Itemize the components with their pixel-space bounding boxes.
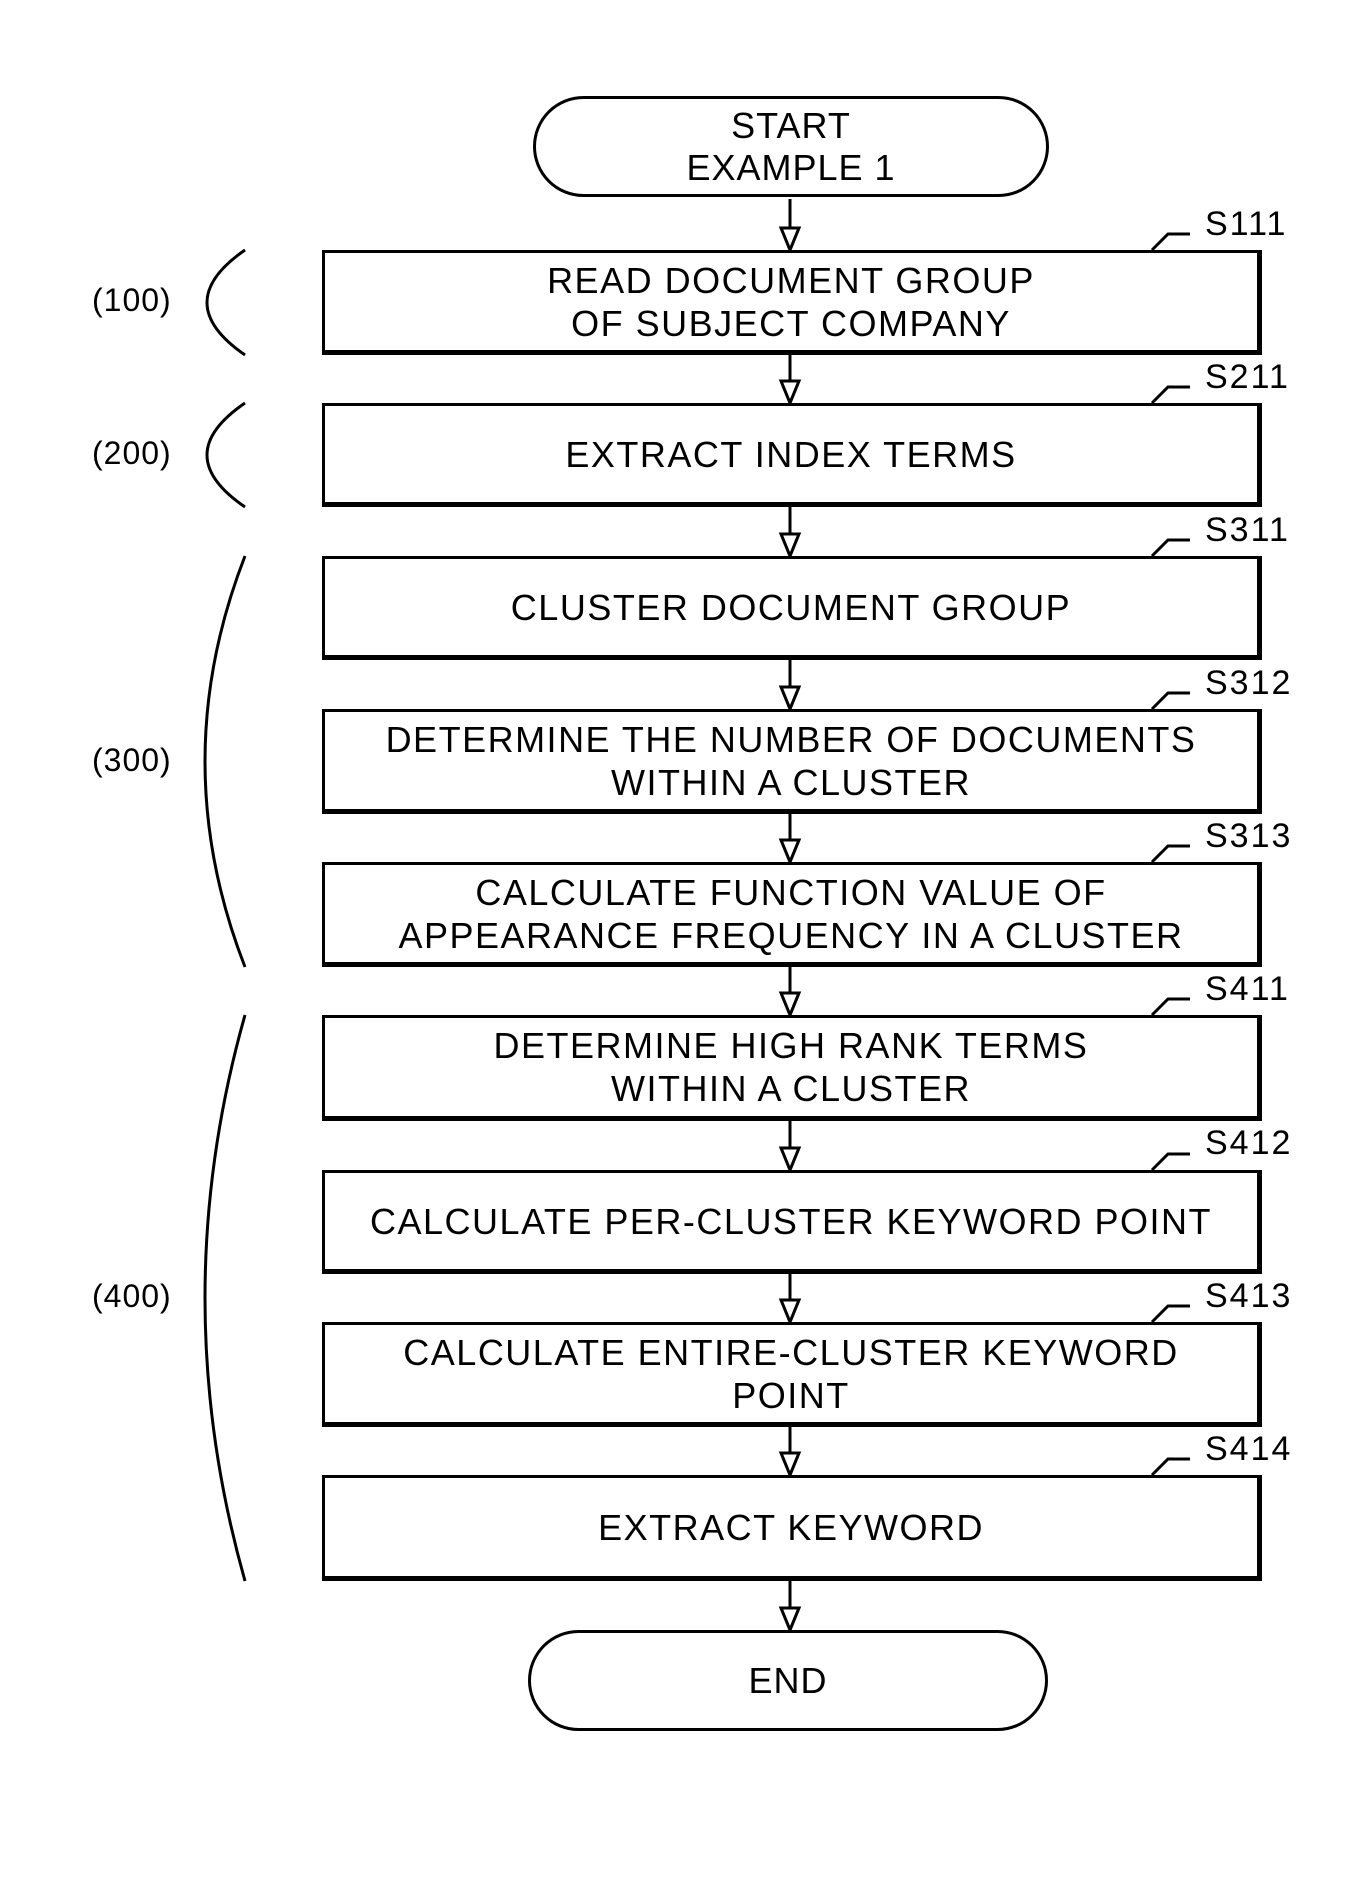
flow-arrow: [778, 1581, 802, 1634]
flow-arrow: [778, 1274, 802, 1326]
step-text-line: DETERMINE HIGH RANK TERMS: [493, 1025, 1089, 1066]
start-line-2: EXAMPLE 1: [686, 146, 896, 188]
step-text-line: CALCULATE PER-CLUSTER KEYWORD POINT: [370, 1200, 1212, 1242]
step-id-s312: S312: [1205, 664, 1293, 702]
flow-arrow: [778, 1427, 802, 1479]
step-text-line: CALCULATE ENTIRE-CLUSTER KEYWORD: [403, 1331, 1179, 1373]
step-text-line: EXTRACT INDEX TERMS: [565, 433, 1017, 475]
flow-arrow: [778, 507, 802, 560]
group-bracket: [205, 401, 246, 509]
step-id-s211: S211: [1205, 358, 1290, 396]
step-text-line: POINT: [732, 1374, 850, 1416]
step-s211: EXTRACT INDEX TERMS: [322, 403, 1262, 507]
step-s414: EXTRACT KEYWORD: [322, 1475, 1262, 1581]
start-line-1: START: [731, 104, 851, 146]
step-id-leader: [1150, 997, 1190, 1017]
step-id-s414: S414: [1205, 1430, 1293, 1468]
step-id-s313: S313: [1205, 817, 1293, 855]
step-id-leader: [1150, 1457, 1190, 1477]
group-label-100: (100): [92, 282, 172, 318]
step-id-leader: [1150, 538, 1190, 558]
group-bracket: [203, 1014, 247, 1582]
step-s413: CALCULATE ENTIRE-CLUSTER KEYWORD POINT: [322, 1322, 1262, 1427]
step-text-line: EXTRACT KEYWORD: [598, 1506, 984, 1548]
step-s411: DETERMINE HIGH RANK TERMS WITHIN A CLUST…: [322, 1015, 1262, 1121]
step-id-leader: [1150, 1304, 1190, 1324]
step-text-line: CLUSTER DOCUMENT GROUP: [510, 586, 1072, 628]
step-text-line: WITHIN A CLUSTER: [610, 761, 972, 803]
flow-arrow: [778, 967, 802, 1019]
end-line-1: END: [748, 1659, 828, 1701]
step-text-line: WITHIN A CLUSTER: [610, 1068, 972, 1109]
flow-arrow: [778, 355, 802, 407]
flow-arrow: [778, 660, 802, 713]
group-label-200: (200): [92, 435, 172, 471]
step-id-leader: [1150, 1152, 1190, 1172]
start-terminal: START EXAMPLE 1: [533, 96, 1049, 197]
step-text-line: CALCULATE FUNCTION VALUE OF: [475, 871, 1107, 913]
step-id-leader: [1150, 844, 1190, 864]
step-id-leader: [1150, 385, 1190, 405]
step-text-line: READ DOCUMENT GROUP: [547, 259, 1035, 301]
step-id-s413: S413: [1205, 1277, 1293, 1315]
step-s412: CALCULATE PER-CLUSTER KEYWORD POINT: [322, 1170, 1262, 1274]
group-label-300: (300): [92, 742, 172, 778]
flow-arrow: [778, 199, 802, 254]
step-id-s412: S412: [1205, 1124, 1293, 1162]
step-text-line: APPEARANCE FREQUENCY IN A CLUSTER: [398, 914, 1184, 956]
step-s311: CLUSTER DOCUMENT GROUP: [322, 556, 1262, 660]
step-s313: CALCULATE FUNCTION VALUE OF APPEARANCE F…: [322, 862, 1262, 967]
group-bracket: [203, 555, 247, 968]
step-text-line: DETERMINE THE NUMBER OF DOCUMENTS: [385, 718, 1197, 760]
flow-arrow: [778, 814, 802, 866]
group-bracket: [205, 248, 246, 357]
step-s312: DETERMINE THE NUMBER OF DOCUMENTS WITHIN…: [322, 709, 1262, 814]
step-id-leader: [1150, 691, 1190, 711]
step-id-s111: S111: [1205, 205, 1288, 243]
flow-arrow: [778, 1121, 802, 1174]
step-id-leader: [1150, 232, 1190, 252]
step-id-s411: S411: [1205, 970, 1290, 1008]
step-s111: READ DOCUMENT GROUP OF SUBJECT COMPANY: [322, 250, 1262, 355]
step-id-s311: S311: [1205, 511, 1290, 549]
end-terminal: END: [528, 1630, 1048, 1731]
step-text-line: OF SUBJECT COMPANY: [571, 302, 1011, 344]
group-label-400: (400): [92, 1278, 172, 1314]
